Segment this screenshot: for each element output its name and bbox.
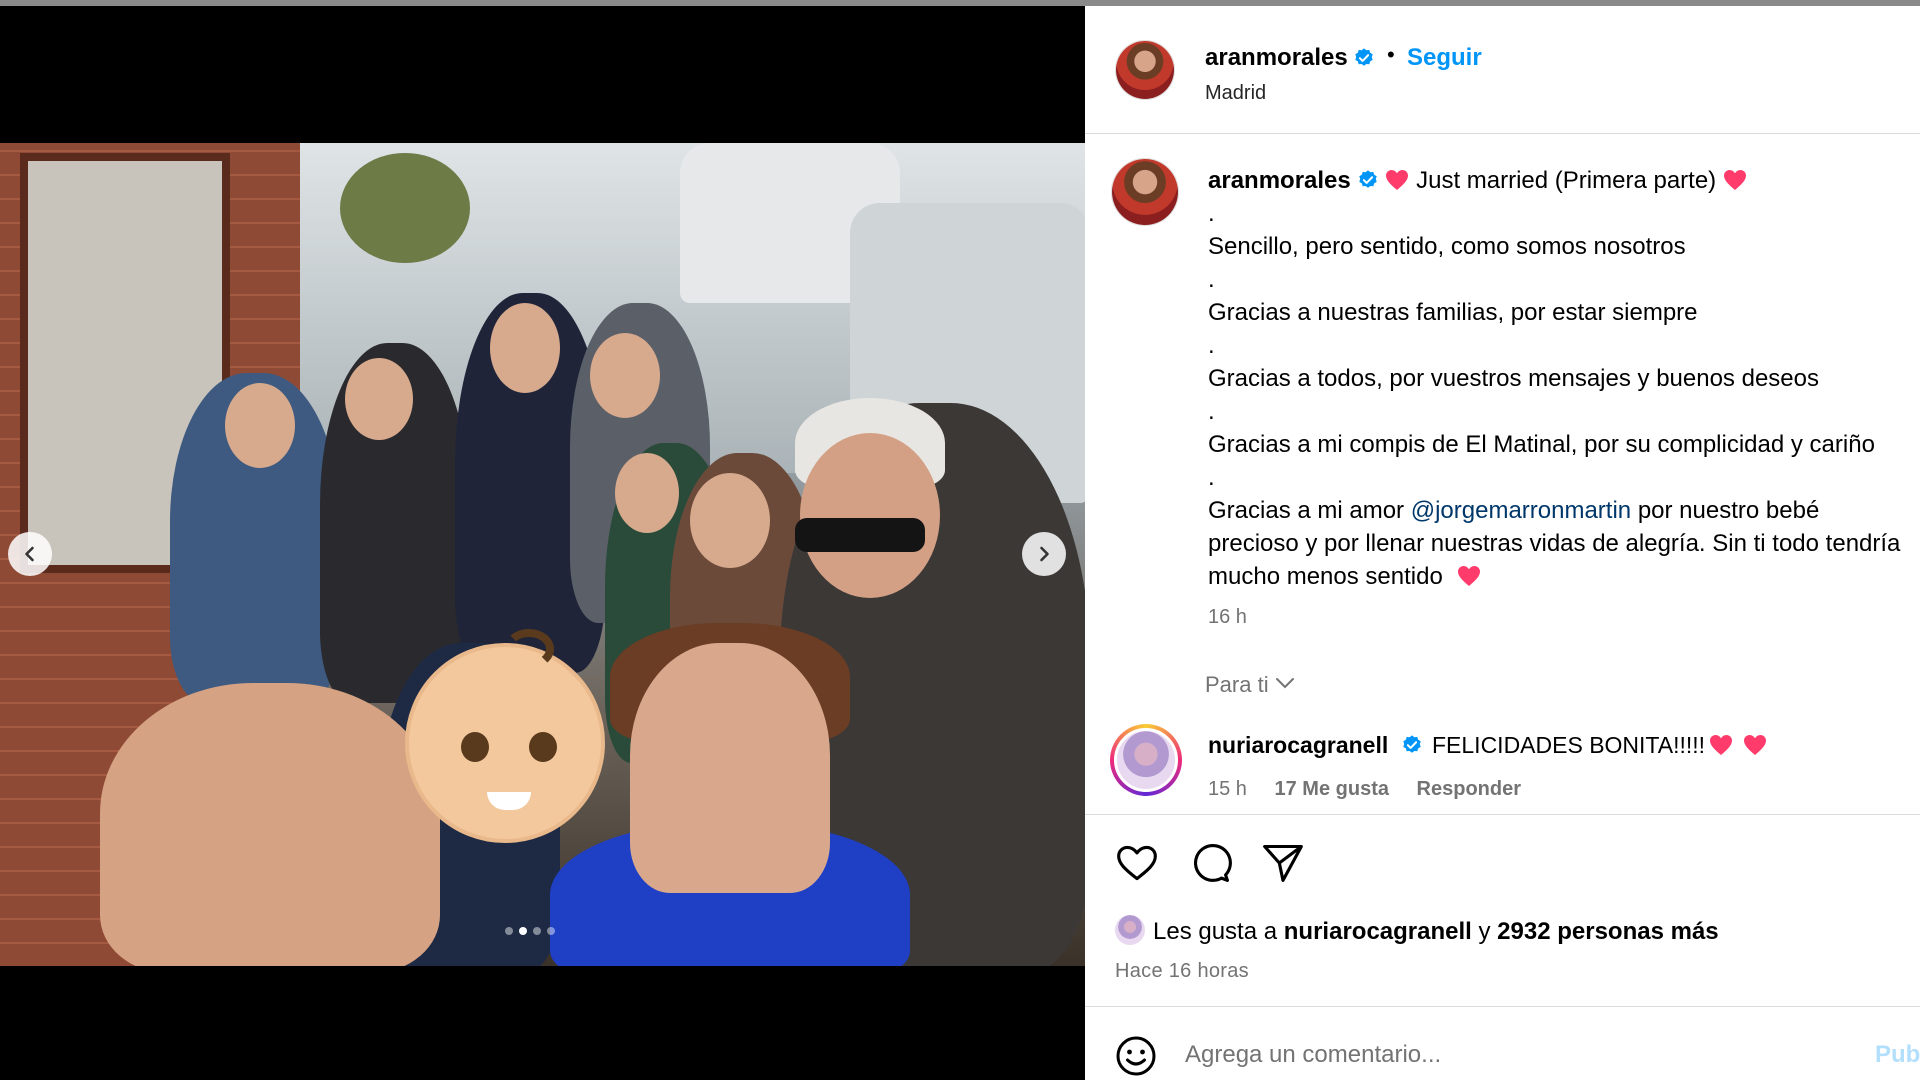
emoji-eye (461, 732, 489, 762)
follow-button[interactable]: Seguir (1407, 44, 1482, 72)
caption-dot: . (1208, 398, 1215, 425)
commenter-avatar[interactable] (1110, 724, 1182, 796)
heart-emoji-icon (1744, 735, 1767, 755)
reply-button[interactable]: Responder (1417, 778, 1521, 800)
photo-face (345, 358, 413, 440)
publish-button[interactable]: Publicar (1875, 1041, 1920, 1069)
photo-sunglasses (795, 518, 925, 552)
post-location[interactable]: Madrid (1205, 82, 1266, 105)
comment-body: FELICIDADES BONITA!!!!! (1432, 732, 1706, 758)
caption-line-last: mucho menos sentido (1208, 560, 1920, 593)
caption-text-segment: por nuestro bebé (1631, 497, 1820, 524)
avatar-image (1114, 728, 1178, 792)
post-caption: aranmorales Just married (Primera parte)… (1085, 134, 1920, 654)
share-icon[interactable] (1261, 841, 1305, 885)
for-you-dropdown[interactable]: Para ti (1205, 672, 1295, 698)
carousel-next-button[interactable] (1022, 532, 1066, 576)
likes-connector: y (1478, 918, 1491, 945)
emoji-icon[interactable] (1115, 1035, 1157, 1077)
avatar-image (1112, 159, 1178, 225)
photo-face (800, 433, 940, 598)
carousel-dots (505, 927, 555, 935)
comment-meta: 15 h 17 Me gusta Responder (1208, 778, 1543, 801)
carousel-prev-button[interactable] (8, 532, 52, 576)
carousel-dot[interactable] (505, 927, 513, 935)
photo-tree (340, 153, 470, 263)
author-avatar[interactable] (1115, 40, 1175, 100)
post-actions: Les gusta a nuriarocagranell y 2932 pers… (1085, 814, 1920, 1004)
caption-line: Gracias a nuestras familias, por estar s… (1208, 299, 1698, 326)
caption-title: Just married (Primera parte) (1416, 167, 1717, 194)
photo-bride-face (630, 643, 830, 893)
comment-input[interactable] (1185, 1035, 1805, 1075)
media-pane (0, 0, 1920, 1080)
likes-others[interactable]: 2932 personas más (1497, 918, 1718, 945)
photo-groom-face (100, 683, 440, 966)
caption-line: precioso y por llenar nuestras vidas de … (1208, 530, 1901, 557)
caption-author-avatar[interactable] (1111, 158, 1179, 226)
chevron-right-icon (1040, 546, 1049, 562)
caption-text-segment: mucho menos sentido (1208, 563, 1443, 590)
caption-line-1: aranmorales Just married (Primera parte) (1208, 164, 1920, 197)
verified-icon (1359, 170, 1377, 188)
post-side-panel: aranmorales • Seguir Madrid aranmorales … (1085, 0, 1920, 1080)
comment-timestamp[interactable]: 15 h (1208, 778, 1247, 800)
caption-dot: . (1208, 200, 1215, 227)
caption-dot: . (1208, 332, 1215, 359)
likes-prefix: Les gusta a (1153, 918, 1278, 945)
caption-text: aranmorales Just married (Primera parte)… (1208, 164, 1920, 593)
caption-dot: . (1208, 266, 1215, 293)
caption-timestamp[interactable]: 16 h (1208, 606, 1247, 629)
baby-emoji-icon (405, 629, 605, 843)
add-comment-bar: Publicar (1085, 1006, 1920, 1080)
post-photo[interactable] (0, 143, 1085, 966)
photo-face (225, 383, 295, 468)
comment-icon[interactable] (1188, 841, 1232, 885)
photo-face (615, 453, 679, 533)
photo-face (490, 303, 560, 393)
caption-line: Gracias a mi amor @jorgemarronmartin por… (1208, 494, 1920, 527)
likes-summary: Les gusta a nuriarocagranell y 2932 pers… (1115, 915, 1719, 946)
avatar-image (1116, 41, 1174, 99)
for-you-label: Para ti (1205, 672, 1269, 697)
verified-icon (1355, 48, 1373, 66)
chevron-down-icon (1275, 678, 1294, 689)
caption-line: Gracias a todos, por vuestros mensajes y… (1208, 365, 1819, 392)
verified-icon (1403, 735, 1421, 753)
heart-emoji-icon (1458, 566, 1481, 586)
emoji-mouth (487, 792, 531, 810)
caption-dot: . (1208, 464, 1215, 491)
carousel-dot-active[interactable] (519, 927, 527, 935)
separator-bullet: • (1387, 42, 1395, 67)
photo-face (590, 333, 660, 418)
comment-item: nuriarocagranell FELICIDADES BONITA!!!!!… (1085, 722, 1920, 814)
mention-link[interactable]: @jorgemarronmartin (1411, 497, 1631, 524)
comment-likes[interactable]: 17 Me gusta (1275, 778, 1389, 800)
heart-emoji-icon (1710, 735, 1733, 755)
carousel-dot[interactable] (547, 927, 555, 935)
commenter-username[interactable]: nuriarocagranell (1208, 732, 1388, 759)
caption-line: Sencillo, pero sentido, como somos nosot… (1208, 233, 1686, 260)
caption-username[interactable]: aranmorales (1208, 167, 1351, 194)
chevron-left-icon (25, 546, 34, 562)
heart-emoji-icon (1723, 170, 1746, 190)
carousel-dot[interactable] (533, 927, 541, 935)
liker-username[interactable]: nuriarocagranell (1284, 918, 1472, 945)
post-age[interactable]: Hace 16 horas (1115, 960, 1249, 983)
liker-avatar[interactable] (1115, 915, 1145, 945)
caption-line: Gracias a mi compis de El Matinal, por s… (1208, 431, 1875, 458)
caption-text-segment: Gracias a mi amor (1208, 497, 1411, 524)
comment-text: FELICIDADES BONITA!!!!! (1432, 732, 1767, 759)
author-username[interactable]: aranmorales (1205, 44, 1348, 72)
heart-emoji-icon (1386, 170, 1409, 190)
post-header: aranmorales • Seguir Madrid (1085, 6, 1920, 134)
photo-face (690, 473, 770, 568)
emoji-hair (504, 629, 554, 669)
emoji-eye (529, 732, 557, 762)
heart-icon[interactable] (1115, 841, 1159, 885)
